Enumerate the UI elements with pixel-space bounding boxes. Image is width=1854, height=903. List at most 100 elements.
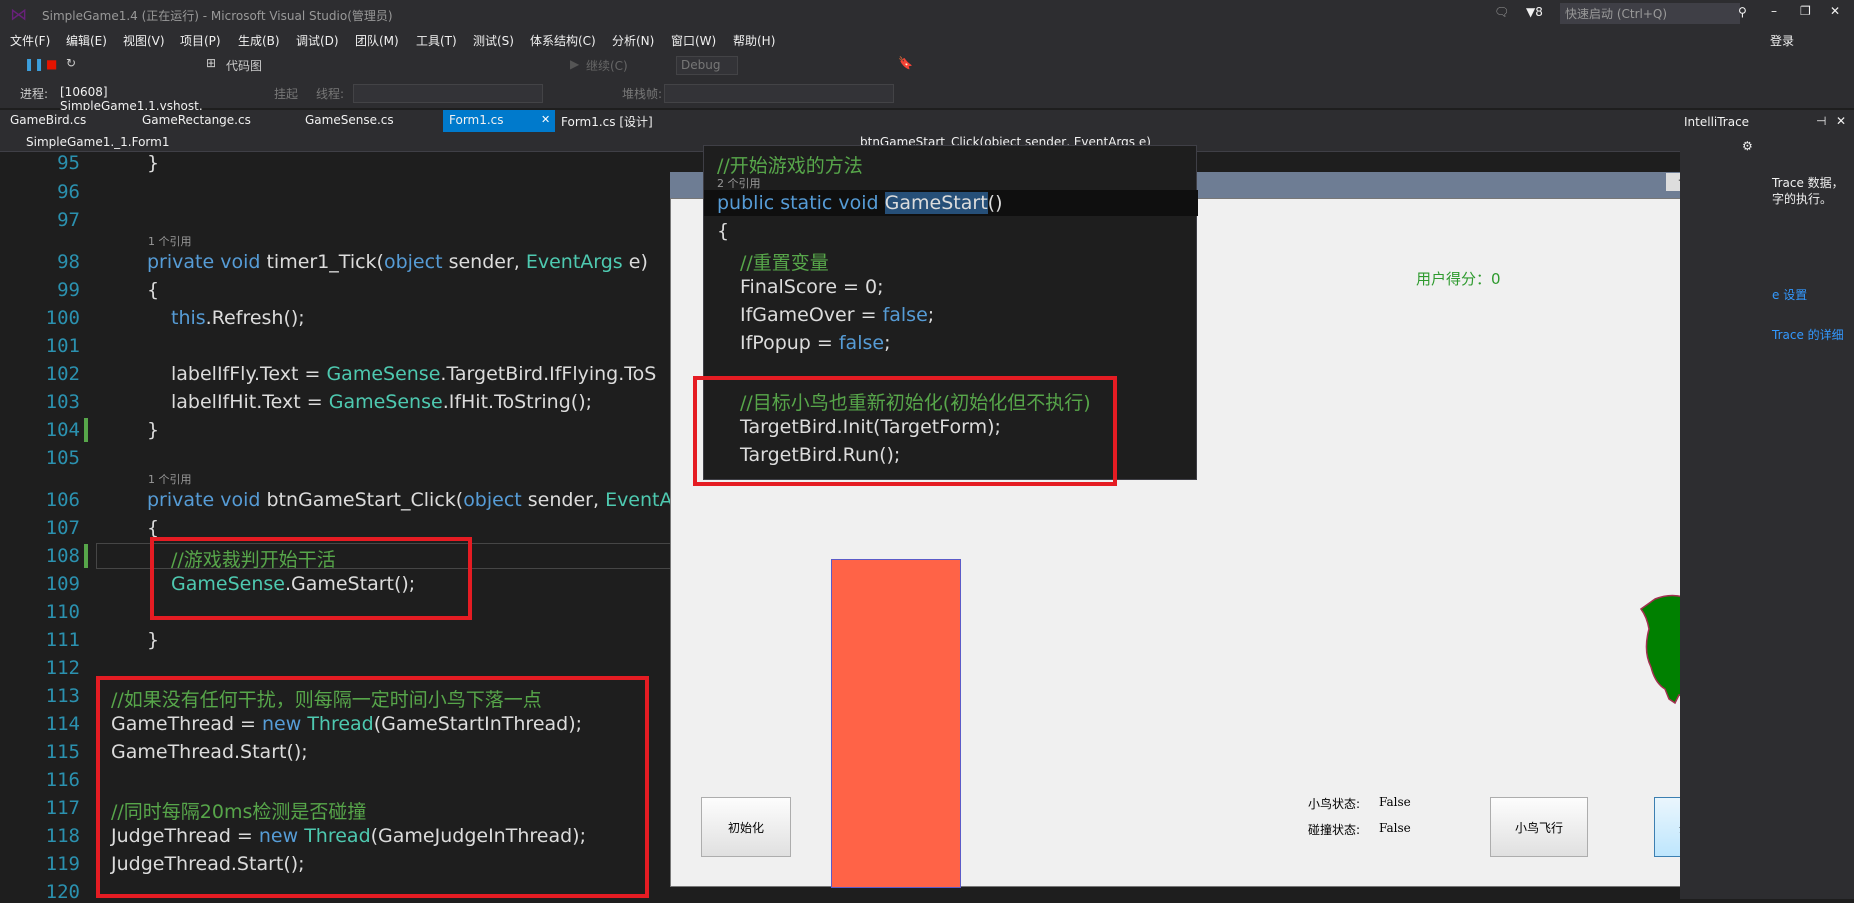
menu-team[interactable]: 团队(M) — [355, 32, 399, 49]
bookmark-icon[interactable]: 🔖 — [898, 56, 913, 70]
fly-button[interactable]: 小鸟飞行 — [1490, 797, 1588, 857]
line-number: 118 — [45, 825, 80, 847]
line-number: 98 — [57, 251, 80, 273]
settings-link[interactable]: e 设置 — [1772, 286, 1807, 303]
code-line: IfPopup = false; — [740, 332, 891, 354]
intellitrace-panel: IntelliTrace ⊣ ✕ ⚙ Trace 数据， 字的执行。 e 设置 … — [1680, 110, 1854, 899]
init-button[interactable]: 初始化 — [701, 797, 791, 857]
line-number: 115 — [45, 741, 80, 763]
filter-icon[interactable]: ▼8 — [1526, 5, 1543, 19]
quick-launch-input[interactable]: 快速启动 (Ctrl+Q) — [1560, 3, 1740, 24]
code-line: this.Refresh(); — [171, 307, 305, 329]
reference-count[interactable]: 2 个引用 — [717, 175, 761, 191]
stop-icon[interactable]: ■ — [46, 57, 57, 71]
minimize-button[interactable]: – — [1771, 4, 1777, 18]
stack-frame-select[interactable] — [664, 84, 894, 103]
notification-count: 8 — [1535, 5, 1543, 19]
line-number: 95 — [57, 152, 80, 174]
line-number: 116 — [45, 769, 80, 791]
code-map-icon[interactable]: ⊞ — [206, 56, 216, 70]
close-button[interactable]: ✕ — [1830, 4, 1840, 18]
settings-icon[interactable]: ⚙ — [1742, 139, 1753, 153]
panel-text: Trace 数据， — [1772, 176, 1844, 190]
hit-state-label: 碰撞状态: — [1308, 823, 1361, 837]
debug-location-toolbar: 进程: [10608] SimpleGame1.1.vshost. 挂起 线程:… — [0, 80, 1854, 113]
tab-close-icon[interactable]: ✕ — [541, 113, 550, 126]
code-line: } — [147, 152, 160, 174]
line-number: 97 — [57, 209, 80, 231]
line-number: 96 — [57, 181, 80, 203]
line-number: 107 — [45, 517, 80, 539]
menu-analyze[interactable]: 分析(N) — [612, 32, 654, 49]
menu-edit[interactable]: 编辑(E) — [66, 32, 107, 49]
restore-button[interactable]: ❐ — [1800, 4, 1811, 18]
document-tabs: GameBird.cs GameRectange.cs GameSense.cs… — [0, 110, 1680, 132]
title-bar: ⋈ SimpleGame1.4 (正在运行) - Microsoft Visua… — [0, 0, 1854, 29]
code-line: //开始游戏的方法 — [717, 155, 863, 177]
pin-icon[interactable]: ⊣ — [1816, 114, 1826, 128]
play-icon[interactable]: ▶ — [570, 57, 579, 71]
code-map-button[interactable]: 代码图 — [226, 57, 262, 74]
tab-gamebird[interactable]: GameBird.cs — [10, 113, 86, 127]
highlight-box — [150, 537, 472, 620]
reference-count[interactable]: 1 个引用 — [148, 471, 192, 487]
search-icon[interactable]: ⚲ — [1738, 5, 1747, 19]
menu-architecture[interactable]: 体系结构(C) — [530, 32, 596, 49]
line-number: 120 — [45, 881, 80, 903]
menu-window[interactable]: 窗口(W) — [671, 32, 716, 49]
menu-tools[interactable]: 工具(T) — [416, 32, 457, 49]
restart-icon[interactable]: ↻ — [66, 56, 76, 70]
line-number: 102 — [45, 363, 80, 385]
code-line: FinalScore = 0; — [740, 276, 884, 298]
code-line: labelIfFly.Text = GameSense.TargetBird.I… — [171, 363, 657, 385]
line-number: 99 — [57, 279, 80, 301]
tab-form1[interactable]: Form1.cs — [443, 110, 555, 132]
continue-button[interactable]: 继续(C) — [586, 57, 628, 74]
line-number: 117 — [45, 797, 80, 819]
tab-gamesense[interactable]: GameSense.cs — [305, 113, 394, 127]
menu-debug[interactable]: 调试(D) — [296, 32, 339, 49]
panel-text: 字的执行。 — [1772, 192, 1833, 206]
line-number: 110 — [45, 601, 80, 623]
line-number: 105 — [45, 447, 80, 469]
panel-title: IntelliTrace — [1684, 115, 1750, 129]
code-line: private void timer1_Tick(object sender, … — [147, 251, 648, 273]
reference-count[interactable]: 1 个引用 — [148, 233, 192, 249]
line-number: 113 — [45, 685, 80, 707]
line-number: 111 — [45, 629, 80, 651]
details-link[interactable]: Trace 的详细 — [1772, 326, 1844, 343]
menu-help[interactable]: 帮助(H) — [733, 32, 775, 49]
standard-toolbar: ❚❚ ■ ↻ ⊞ 代码图 ▶ 继续(C) Debug 🔖 — [0, 51, 1854, 80]
process-select[interactable]: [10608] SimpleGame1.1.vshost. — [58, 84, 248, 113]
stack-frame-label: 堆栈帧: — [622, 87, 663, 101]
tab-gamerectange[interactable]: GameRectange.cs — [142, 113, 251, 127]
code-line: labelIfHit.Text = GameSense.IfHit.ToStri… — [171, 391, 593, 413]
thread-select[interactable] — [353, 84, 543, 103]
menu-build[interactable]: 生成(B) — [238, 32, 280, 49]
menu-view[interactable]: 视图(V) — [123, 32, 165, 49]
code-line: //重置变量 — [740, 252, 829, 274]
line-number: 104 — [45, 419, 80, 441]
code-line: public static void GameStart() — [717, 192, 1003, 214]
code-line: IfGameOver = false; — [740, 304, 935, 326]
menu-file[interactable]: 文件(F) — [10, 32, 50, 49]
panel-close-icon[interactable]: ✕ — [1836, 114, 1846, 128]
config-select[interactable]: Debug — [676, 56, 738, 75]
change-marker — [84, 418, 88, 442]
line-number: 106 — [45, 489, 80, 511]
login-link[interactable]: 登录 — [1770, 32, 1794, 49]
suspend-button[interactable]: 挂起 — [274, 85, 298, 102]
pause-icon[interactable]: ❚❚ — [24, 57, 44, 71]
notification-icon[interactable]: 🗨 — [1494, 5, 1509, 19]
thread-label: 线程: — [316, 87, 345, 101]
class-dropdown[interactable]: SimpleGame1._1.Form1 — [26, 135, 169, 149]
menu-test[interactable]: 测试(S) — [473, 32, 514, 49]
menu-project[interactable]: 项目(P) — [180, 32, 221, 49]
hit-state-value: False — [1379, 821, 1411, 835]
line-number: 119 — [45, 853, 80, 875]
line-number: 114 — [45, 713, 80, 735]
window-title: SimpleGame1.4 (正在运行) - Microsoft Visual … — [42, 9, 393, 23]
tab-form1-design[interactable]: Form1.cs [设计] — [561, 113, 653, 130]
change-marker — [84, 544, 88, 568]
score-label: 用户得分：0 — [1416, 270, 1501, 288]
